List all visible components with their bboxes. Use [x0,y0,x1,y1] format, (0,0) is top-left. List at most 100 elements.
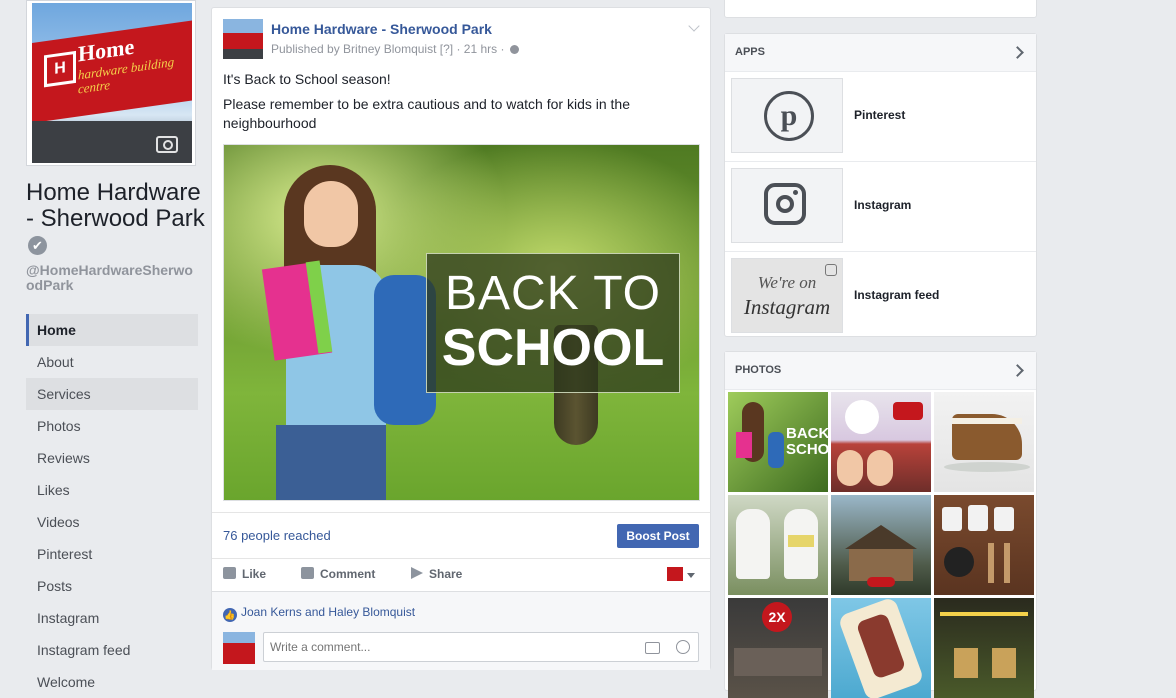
nav-item-welcome[interactable]: Welcome [26,666,198,698]
sidebar-top-box [724,0,1037,18]
share-label: Share [429,567,463,581]
nav-item-likes[interactable]: Likes [26,474,198,506]
profile-picture[interactable]: H Home hardware building centre [32,3,192,163]
photo-face-shape [867,450,893,486]
instagram-icon [764,183,806,225]
nav-item-photos[interactable]: Photos [26,410,198,442]
photo-canister-shape [968,505,988,531]
divider [212,512,710,513]
photo-thumbnail[interactable] [934,598,1034,698]
photo-face-shape [837,450,863,486]
meta-separator: · [456,42,461,56]
post-body: It's Back to School season! Please remem… [223,70,693,139]
nav-item-instagram[interactable]: Instagram [26,602,198,634]
photo-thumbnail[interactable]: BACK SCHO [728,392,828,492]
photo-backpack-shape [768,432,784,468]
post-time[interactable]: 21 hrs [464,42,497,56]
post-card: Home Hardware - Sherwood Park Published … [211,7,711,670]
nav-item-instagram-feed[interactable]: Instagram feed [26,634,198,666]
likes-summary[interactable]: 👍 Joan Kerns and Haley Blomquist [223,605,415,622]
caret-down-icon[interactable] [687,573,695,578]
chevron-right-icon[interactable] [1011,364,1024,377]
nav-item-pinterest[interactable]: Pinterest [26,538,198,570]
reach-count[interactable]: 76 people reached [223,528,331,543]
photo-thumbnail[interactable]: 2X [728,598,828,698]
nav-item-home[interactable]: Home [26,314,198,346]
nav-item-services[interactable]: Services [26,378,198,410]
photo-thumbnail[interactable] [831,495,931,595]
emoji-icon[interactable] [676,640,690,654]
nav-item-videos[interactable]: Videos [26,506,198,538]
photo-chair-shape [992,648,1016,678]
photo-thumbnail[interactable] [934,392,1034,492]
app-row-instagram-feed[interactable]: We're on Instagram Instagram feed [725,252,1036,341]
photo-chair-shape [736,509,770,579]
photo-2x-badge: 2X [762,602,792,632]
comments-area: 👍 Joan Kerns and Haley Blomquist [212,591,710,670]
nav-item-reviews[interactable]: Reviews [26,442,198,474]
photo-thumbnail[interactable] [831,392,931,492]
post-text-line: It's Back to School season! [223,71,391,87]
feed-thumb-line1: We're on [757,273,817,292]
app-label[interactable]: Instagram [854,198,911,212]
girl-jeans-shape [276,425,386,500]
photo-frosting-shape [952,418,1022,424]
share-arrow-icon [411,567,423,579]
girl-face-shape [304,181,358,247]
commenter-avatar [223,632,255,664]
audience-selector-avatar[interactable] [667,567,683,581]
page-handle[interactable]: @HomeHardwareSherwoodPark [26,263,201,293]
photo-thumbnail[interactable] [831,598,931,698]
app-thumbnail[interactable] [731,168,843,243]
store-facade-image: H Home hardware building centre [32,20,192,123]
globe-icon[interactable] [509,45,519,54]
photo-badge-shape [867,577,895,587]
comment-button[interactable]: Comment [301,567,375,581]
photo-patio-shape [734,648,822,676]
photos-title: PHOTOS [735,364,782,376]
post-author-avatar[interactable] [223,19,263,59]
page-nav: Home About Services Photos Reviews Likes… [26,314,198,698]
overlay-line1: BACK TO [445,267,661,320]
photo-thumbnail[interactable] [728,495,828,595]
photos-header[interactable]: PHOTOS [725,352,1036,390]
camera-icon[interactable] [156,136,178,153]
back-to-school-overlay: BACK TO SCHOOL [426,253,680,393]
page-title[interactable]: Home Hardware - Sherwood Park ✔ [26,180,206,258]
page-name-text[interactable]: Home Hardware - Sherwood Park [26,179,205,232]
photo-cushion-shape [788,535,814,547]
post-meta: Published by Britney Blomquist [?] · 21 … [271,42,519,56]
photo-roof-shape [845,525,917,549]
photo-canister-shape [994,507,1014,531]
verified-badge-icon: ✔ [28,236,47,256]
post-image[interactable]: BACK TO SCHOOL [223,144,700,501]
likers-text[interactable]: Joan Kerns and Haley Blomquist [241,605,415,619]
photo-utensil-shape [988,543,994,583]
app-thumbnail[interactable]: p [731,78,843,153]
post-author-name[interactable]: Home Hardware - Sherwood Park [271,21,492,37]
comment-bubble-icon [301,567,314,579]
help-marker[interactable]: [?] [440,42,453,56]
chevron-down-icon[interactable] [688,20,700,32]
comment-input[interactable] [263,632,699,662]
app-label[interactable]: Pinterest [854,108,905,122]
app-row-instagram[interactable]: Instagram [725,162,1036,252]
like-label: Like [242,567,267,581]
share-button[interactable]: Share [411,567,462,581]
photo-logo-shape [893,402,923,420]
like-button[interactable]: Like [223,567,266,581]
nav-item-about[interactable]: About [26,346,198,378]
photo-thumbnail[interactable] [934,495,1034,595]
apps-header[interactable]: APPS [725,34,1036,72]
boost-post-button[interactable]: Boost Post [617,524,699,548]
chevron-right-icon[interactable] [1011,46,1024,59]
app-row-pinterest[interactable]: p Pinterest [725,72,1036,162]
app-thumbnail[interactable]: We're on Instagram [731,258,843,333]
profile-picture-frame[interactable]: H Home hardware building centre [26,0,196,166]
camera-icon[interactable] [645,642,660,654]
app-label[interactable]: Instagram feed [854,288,939,302]
meta-separator: · [500,42,505,56]
photo-plate-shape [944,462,1030,472]
nav-item-posts[interactable]: Posts [26,570,198,602]
published-by[interactable]: Published by Britney Blomquist [271,42,436,56]
